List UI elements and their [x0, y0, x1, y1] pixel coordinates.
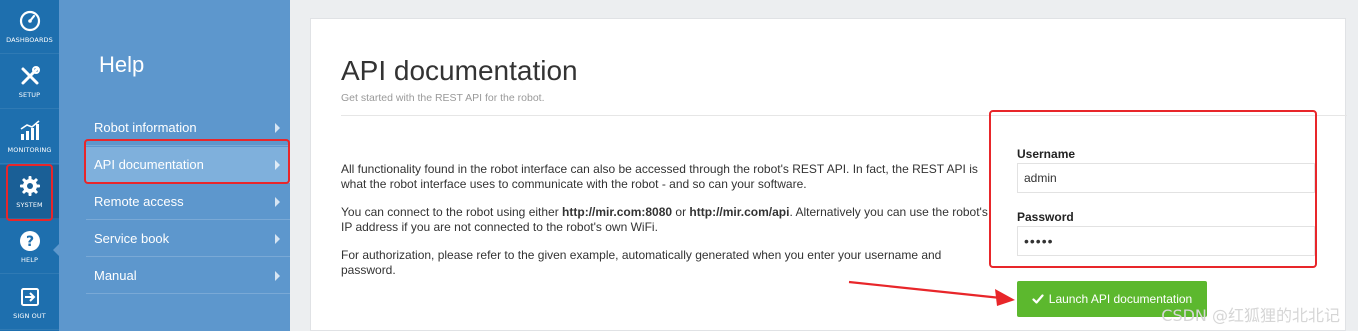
- tools-icon: [21, 65, 40, 84]
- submenu-item-remote-access[interactable]: Remote access: [86, 184, 290, 220]
- connection-text-or: or: [672, 205, 690, 219]
- annotation-arrow: [848, 280, 1015, 306]
- nav-sign-out-label: SIGN OUT: [13, 311, 46, 320]
- nav-dashboards-label: DASHBOARDS: [6, 35, 53, 44]
- authorization-paragraph: For authorization, please refer to the g…: [341, 248, 942, 277]
- nav-setup[interactable]: SETUP: [0, 55, 59, 109]
- page-subtitle: Get started with the REST API for the ro…: [341, 92, 545, 104]
- header-divider: [341, 115, 1347, 116]
- nav-system-label: SYSTEM: [16, 200, 43, 209]
- connection-text-prefix: You can connect to the robot using eithe…: [341, 205, 563, 219]
- url-api: http://mir.com/api: [689, 205, 790, 219]
- nav-setup-label: SETUP: [18, 90, 41, 99]
- nav-system[interactable]: SYSTEM: [0, 165, 59, 219]
- nav-help-label: HELP: [21, 255, 38, 264]
- chevron-right-icon: [275, 271, 280, 281]
- chevron-right-icon: [275, 234, 280, 244]
- username-label: Username: [1017, 147, 1076, 161]
- nav-sign-out[interactable]: SIGN OUT: [0, 276, 59, 330]
- watermark-text: CSDN @红狐狸的北北记: [1161, 306, 1340, 325]
- username-field[interactable]: [1017, 163, 1315, 193]
- help-submenu: Help Robot information API documentation…: [59, 0, 290, 331]
- url-port-8080: http://mir.com:8080: [562, 205, 673, 219]
- page-title: API documentation: [341, 55, 578, 86]
- submenu-item-service-book[interactable]: Service book: [86, 221, 290, 257]
- submenu-item-robot-information[interactable]: Robot information: [86, 110, 290, 146]
- intro-paragraph: All functionality found in the robot int…: [341, 162, 978, 191]
- nav-help[interactable]: ? HELP: [0, 220, 59, 274]
- main-nav-rail: DASHBOARDS SETUP MONITORING SYSTEM ? HEL…: [0, 0, 59, 331]
- submenu-item-api-documentation[interactable]: API documentation: [86, 147, 290, 183]
- submenu-title: Help: [99, 52, 145, 77]
- chevron-right-icon: [275, 160, 280, 170]
- chevron-right-icon: [275, 197, 280, 207]
- nav-dashboards[interactable]: DASHBOARDS: [0, 0, 59, 54]
- password-label: Password: [1017, 210, 1074, 224]
- svg-text:?: ?: [25, 234, 33, 250]
- speedometer-icon: [19, 10, 40, 31]
- bar-chart-icon: [20, 119, 40, 140]
- submenu-item-label: Robot information: [94, 120, 197, 135]
- gear-icon: [19, 175, 40, 196]
- chevron-right-icon: [275, 123, 280, 133]
- api-documentation-card: API documentation Get started with the R…: [310, 18, 1347, 331]
- submenu-item-label: API documentation: [94, 157, 204, 172]
- checkmark-icon: [1032, 294, 1044, 304]
- connection-paragraph: You can connect to the robot using eithe…: [341, 205, 996, 234]
- question-icon: ?: [19, 230, 40, 251]
- password-field[interactable]: [1017, 226, 1315, 256]
- sign-out-icon: [20, 287, 39, 306]
- submenu-item-label: Service book: [94, 231, 170, 246]
- nav-monitoring-label: MONITORING: [7, 145, 52, 154]
- nav-monitoring[interactable]: MONITORING: [0, 110, 59, 164]
- submenu-item-label: Manual: [94, 268, 137, 283]
- submenu-item-manual[interactable]: Manual: [86, 258, 290, 294]
- submenu-item-label: Remote access: [94, 194, 184, 209]
